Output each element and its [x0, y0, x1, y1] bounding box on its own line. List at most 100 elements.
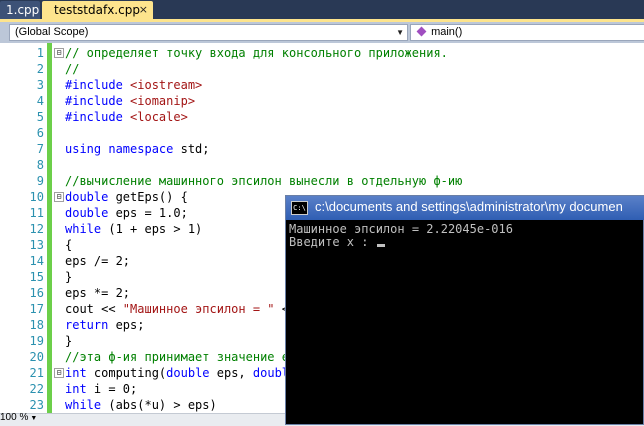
code-token: #include	[65, 94, 131, 108]
code-text: int i = 0;	[65, 381, 137, 397]
code-text: double eps = 1.0;	[65, 205, 188, 221]
code-token: int	[65, 382, 87, 396]
line-number: 17	[29, 302, 44, 316]
line-number: 3	[36, 78, 44, 92]
console-title-bar[interactable]: C:\ c:\documents and settings\administra…	[286, 196, 644, 220]
code-text: //	[65, 61, 79, 77]
code-token: //вычисление машинного эпсилон вынесли в…	[65, 174, 463, 188]
code-token: while	[65, 398, 102, 412]
zoom-level-dropdown[interactable]: 100 % ▼	[0, 412, 37, 423]
code-text: //эта ф-ия принимает значение е	[65, 349, 289, 365]
line-number: 7	[36, 142, 44, 156]
method-icon	[416, 26, 427, 37]
tab-label: teststdafx.cpp	[54, 3, 140, 17]
line-number: 12	[29, 222, 44, 236]
code-line[interactable]: 7 using namespace std;	[0, 141, 644, 157]
code-token: while	[65, 222, 102, 236]
console-input-line[interactable]: Введите x :	[289, 236, 513, 249]
code-token: double	[65, 190, 109, 204]
navigation-bar: (Global Scope) ▼ main()	[0, 22, 644, 43]
code-text: #include <iostream>	[65, 77, 202, 93]
line-number: 2	[36, 62, 44, 76]
code-token: eps,	[209, 366, 253, 380]
code-text: using namespace std;	[65, 141, 210, 157]
code-token: #include	[65, 110, 131, 124]
code-token: doubl	[252, 366, 290, 380]
line-number: 1	[36, 46, 44, 60]
code-text: while (1 + eps > 1)	[65, 221, 202, 237]
code-line[interactable]: 3 #include <iostream>	[0, 77, 644, 93]
close-tab-icon[interactable]: ×	[139, 1, 148, 19]
tab-1-cpp[interactable]: 1.cpp	[0, 1, 40, 19]
line-number: 19	[29, 334, 44, 348]
collapse-outline-icon[interactable]: ⊟	[54, 368, 64, 378]
code-token: <iomanip>	[130, 94, 196, 108]
line-number: 15	[29, 270, 44, 284]
code-text: return eps;	[65, 317, 144, 333]
collapse-outline-icon[interactable]: ⊟	[54, 48, 64, 58]
document-tab-strip: 1.cpp teststdafx.cpp ×	[0, 0, 644, 22]
scope-dropdown[interactable]: (Global Scope) ▼	[9, 24, 408, 41]
line-number: 16	[29, 286, 44, 300]
code-line[interactable]: 2 //	[0, 61, 644, 77]
member-dropdown[interactable]: main()	[410, 24, 644, 41]
code-text: cout << "Машинное эпсилон = " <	[65, 301, 289, 317]
code-token: eps /= 2;	[65, 254, 131, 268]
line-number: 4	[36, 94, 44, 108]
code-text: int computing(double eps, doubl	[65, 365, 289, 381]
line-number: 22	[29, 382, 44, 396]
code-token: eps *= 2;	[65, 286, 131, 300]
line-number: 6	[36, 126, 44, 140]
tab-label: 1.cpp	[6, 3, 40, 17]
code-text: eps /= 2;	[65, 253, 130, 269]
code-token: <locale>	[130, 110, 188, 124]
code-token: return	[65, 318, 109, 332]
code-text: }	[65, 333, 72, 349]
code-text: while (abs(*u) > eps)	[65, 397, 217, 413]
line-number: 13	[29, 238, 44, 252]
code-token: (1 + eps > 1)	[101, 222, 203, 236]
code-token: #include	[65, 78, 131, 92]
collapse-outline-icon[interactable]: ⊟	[54, 192, 64, 202]
code-text: #include <locale>	[65, 109, 188, 125]
code-token: eps;	[108, 318, 145, 332]
code-text: //вычисление машинного эпсилон вынесли в…	[65, 173, 462, 189]
code-token: int	[65, 366, 87, 380]
code-token: }	[65, 270, 73, 284]
code-token: cout <<	[65, 302, 123, 316]
code-text: double getEps() {	[65, 189, 188, 205]
code-text: // определяет точку входа для консольног…	[65, 45, 448, 61]
line-number: 10	[29, 190, 44, 204]
console-output[interactable]: Машинное эпсилон = 2.22045e-016 Введите x…	[289, 223, 513, 249]
tab-teststdafx-cpp[interactable]: teststdafx.cpp ×	[42, 1, 153, 19]
console-title: c:\documents and settings\administrator\…	[315, 199, 623, 214]
code-line[interactable]: 1 ⊟// определяет точку входа для консольн…	[0, 45, 644, 61]
code-text: #include <iomanip>	[65, 93, 195, 109]
console-prompt: Введите x :	[289, 235, 376, 249]
code-token: "Машинное эпсилон = "	[122, 302, 275, 316]
code-token: std;	[173, 142, 210, 156]
code-token: eps = 1.0;	[108, 206, 188, 220]
text-cursor	[376, 244, 385, 247]
line-number: 11	[29, 206, 44, 220]
line-number: 20	[29, 350, 44, 364]
zoom-value: 100 %	[0, 412, 29, 423]
code-line[interactable]: 9 //вычисление машинного эпсилон вынесли …	[0, 173, 644, 189]
line-number: 23	[29, 398, 44, 412]
code-line[interactable]: 8	[0, 157, 644, 173]
line-number: 18	[29, 318, 44, 332]
code-line[interactable]: 4 #include <iomanip>	[0, 93, 644, 109]
console-window[interactable]: C:\ c:\documents and settings\administra…	[285, 195, 644, 425]
code-line[interactable]: 6	[0, 125, 644, 141]
code-line[interactable]: 5 #include <locale>	[0, 109, 644, 125]
code-token: <iostream>	[130, 78, 203, 92]
console-app-icon: C:\	[291, 201, 308, 215]
member-value: main()	[431, 26, 463, 38]
code-token: // определяет точку входа для консольног…	[65, 46, 448, 60]
code-token: getEps() {	[108, 190, 188, 204]
code-token: //эта ф-ия принимает значение е	[65, 350, 289, 364]
code-text: eps *= 2;	[65, 285, 130, 301]
code-token: (abs(*u) > eps)	[101, 398, 217, 412]
line-number: 9	[36, 174, 44, 188]
code-token: }	[65, 334, 73, 348]
